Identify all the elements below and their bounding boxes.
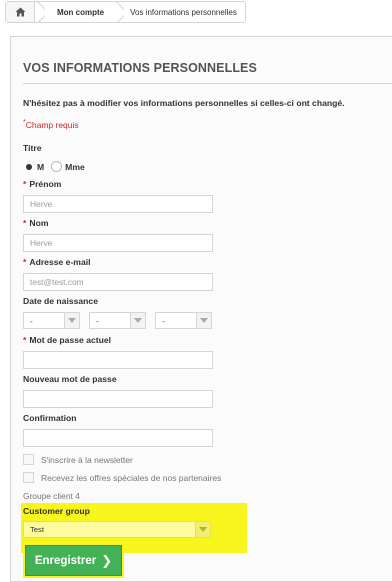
- required-note: *Champ requis: [23, 119, 79, 130]
- birthdate-year-select[interactable]: -: [155, 312, 212, 329]
- partners-option: Recevez les offres spéciales de nos part…: [23, 472, 221, 483]
- current-password-label: * Mot de passe actuel: [23, 335, 111, 345]
- confirmation-label: Confirmation: [23, 413, 77, 423]
- lastname-label-text: Nom: [29, 218, 49, 228]
- email-input[interactable]: test@test.com: [23, 273, 213, 291]
- breadcrumb-account-link[interactable]: Mon compte: [45, 2, 114, 22]
- chevron-down-icon: [196, 313, 211, 328]
- save-button[interactable]: Enregistrer ❯: [25, 545, 122, 576]
- customer-group-value: Test: [30, 525, 44, 534]
- newsletter-checkbox[interactable]: [23, 454, 34, 465]
- page-title: VOS INFORMATIONS PERSONNELLES: [23, 61, 257, 75]
- required-asterisk: *: [23, 218, 27, 228]
- breadcrumb-separator: [114, 2, 124, 22]
- required-asterisk: *: [23, 179, 27, 189]
- partners-label[interactable]: Recevez les offres spéciales de nos part…: [41, 473, 221, 483]
- birthdate-year-value: -: [162, 315, 165, 326]
- email-label: * Adresse e-mail: [23, 257, 91, 267]
- customer-group-label: Customer group: [23, 506, 90, 516]
- birthdate-month-select[interactable]: -: [89, 312, 146, 329]
- chevron-down-icon: [64, 313, 79, 328]
- submit-highlight: Enregistrer ❯: [23, 543, 124, 578]
- birthdate-day-value: -: [30, 315, 33, 326]
- title-radio-group: M Mme: [23, 161, 92, 172]
- save-button-label: Enregistrer: [34, 554, 97, 567]
- new-password-input[interactable]: [23, 390, 213, 408]
- current-password-label-text: Mot de passe actuel: [29, 335, 112, 345]
- confirmation-input[interactable]: [23, 429, 213, 447]
- title-radio-m[interactable]: [23, 161, 34, 172]
- newsletter-option: S'inscrire à la newsletter: [23, 454, 133, 465]
- partners-checkbox[interactable]: [23, 472, 34, 483]
- personal-info-panel: VOS INFORMATIONS PERSONNELLES N'hésitez …: [10, 36, 392, 582]
- title-radio-m-label[interactable]: M: [37, 162, 44, 172]
- email-label-text: Adresse e-mail: [29, 257, 91, 267]
- chevron-down-icon: [195, 522, 210, 537]
- title-label: Titre: [23, 143, 42, 153]
- title-divider: [23, 83, 392, 84]
- required-asterisk: *: [23, 335, 27, 345]
- customer-group-select[interactable]: Test: [23, 521, 211, 538]
- required-asterisk: *: [23, 257, 27, 267]
- intro-text: N'hésitez pas à modifier vos information…: [23, 98, 345, 108]
- chevron-right-icon: ❯: [101, 552, 113, 568]
- breadcrumb-home[interactable]: [6, 2, 35, 22]
- required-note-text: Champ requis: [25, 119, 79, 130]
- home-icon: [15, 7, 25, 17]
- current-password-input[interactable]: [23, 351, 213, 369]
- firstname-input[interactable]: Herve: [23, 195, 213, 213]
- chevron-down-icon: [130, 313, 145, 328]
- birthdate-month-value: -: [96, 315, 99, 326]
- title-radio-mme-label[interactable]: Mme: [65, 162, 85, 172]
- newsletter-label[interactable]: S'inscrire à la newsletter: [41, 455, 133, 465]
- breadcrumb: Mon compte Vos informations personnelles: [5, 1, 246, 23]
- new-password-label: Nouveau mot de passe: [23, 374, 117, 384]
- firstname-label: * Prénom: [23, 179, 61, 189]
- firstname-label-text: Prénom: [29, 179, 62, 189]
- birthdate-day-select[interactable]: -: [23, 312, 80, 329]
- breadcrumb-separator: [35, 2, 45, 22]
- lastname-input[interactable]: Herve: [23, 234, 213, 252]
- title-radio-mme[interactable]: [51, 161, 63, 172]
- birthdate-label: Date de naissance: [23, 296, 98, 306]
- group-client-label: Groupe client 4: [23, 491, 80, 501]
- breadcrumb-current: Vos informations personnelles: [130, 7, 237, 17]
- lastname-label: * Nom: [23, 218, 48, 228]
